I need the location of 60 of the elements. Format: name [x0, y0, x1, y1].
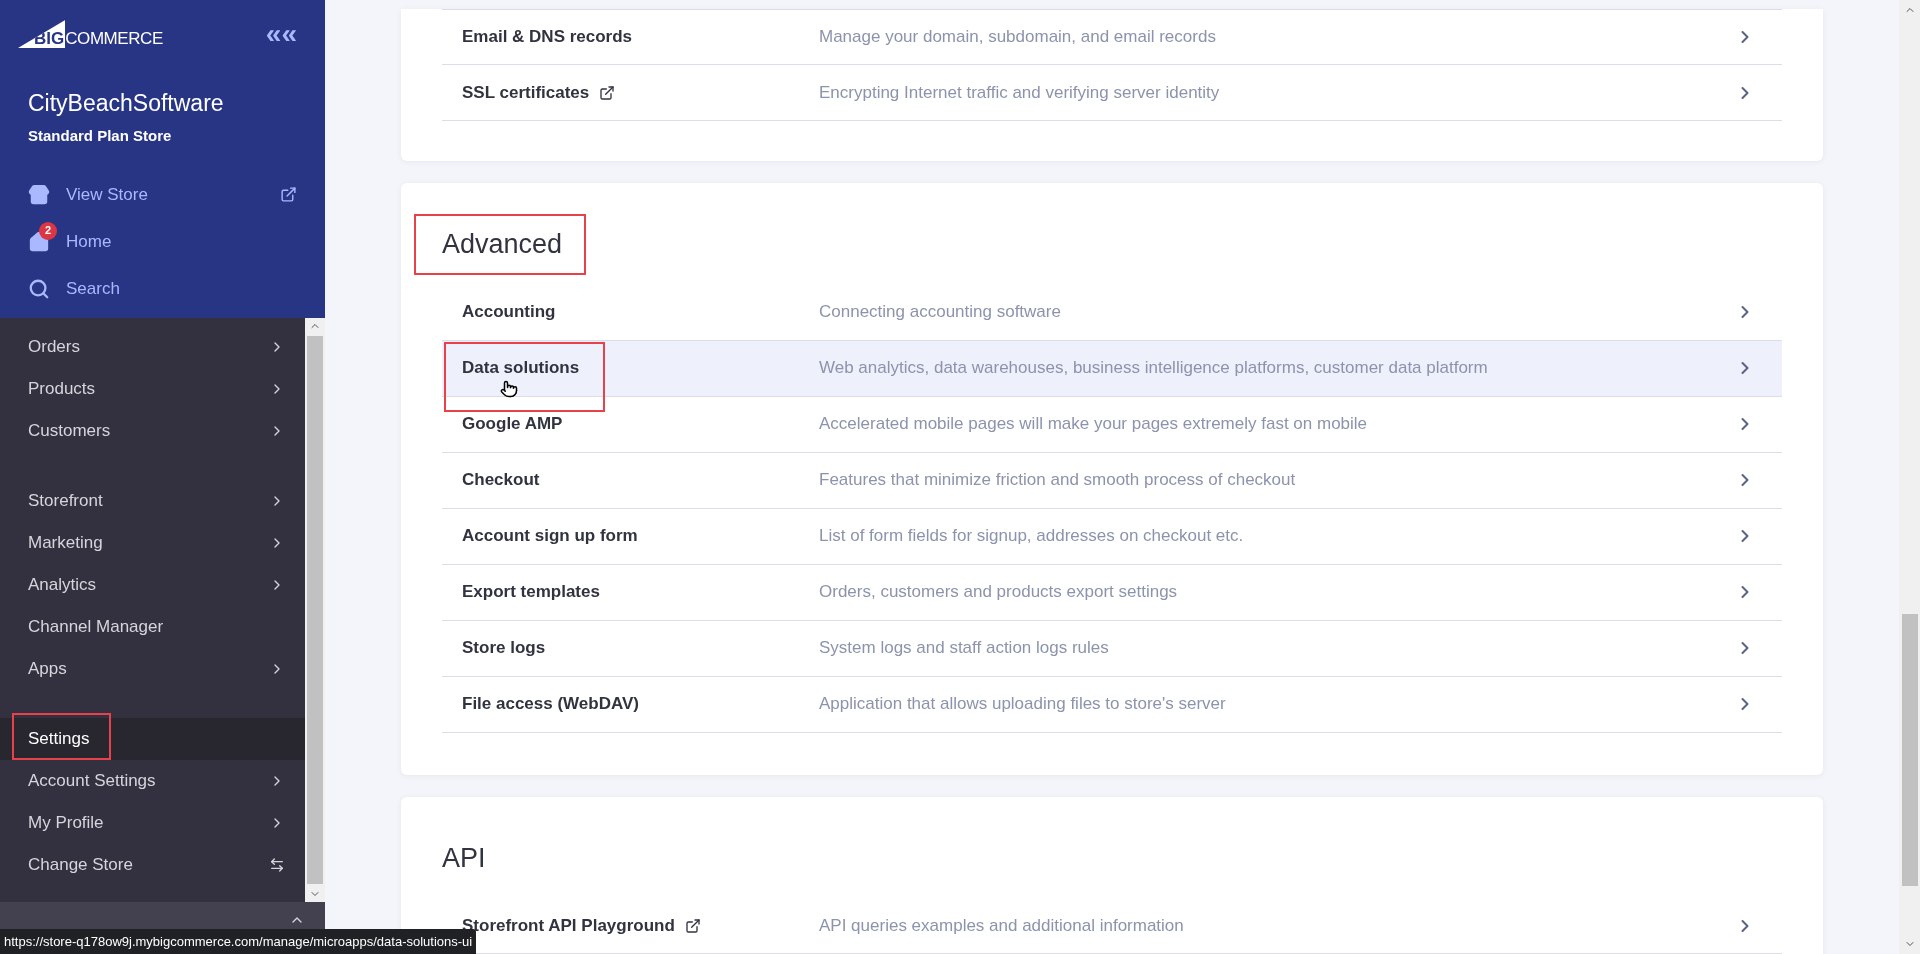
collapse-button[interactable]: ««	[265, 20, 297, 48]
nav-item[interactable]: Orders	[0, 326, 305, 368]
nav-item[interactable]: Analytics	[0, 564, 305, 606]
setting-description: API queries examples and additional information	[819, 914, 1185, 937]
nav-item[interactable]: Channel Manager	[0, 606, 305, 648]
setting-name: Account sign up form	[462, 525, 638, 548]
scrollbar-thumb[interactable]	[307, 336, 323, 884]
search-icon	[28, 277, 50, 300]
nav-item[interactable]: Change Store	[0, 844, 305, 886]
setting-description: Connecting accounting software	[819, 301, 1062, 324]
setting-description: Accelerated mobile pages will make your pages extremely fast on mobile	[819, 413, 1369, 436]
nav-item[interactable]: Account Settings	[0, 760, 305, 802]
setting-description: Application that allows uploading files to store's server	[819, 693, 1227, 716]
settings-row[interactable]: Account sign up form List of form fields for signup, addresses on checkout etc.	[442, 508, 1782, 565]
setting-description: System logs and staff action logs rules	[819, 637, 1110, 660]
section-title: Advanced	[414, 214, 587, 275]
nav-item[interactable]: Settings	[0, 718, 305, 760]
settings-row[interactable]: Email & DNS records Manage your domain, subdomain, and email records	[442, 9, 1782, 65]
settings-row[interactable]: Checkout Features that minimize friction and smooth process of checkout	[442, 452, 1782, 509]
store-plan: Standard Plan Store	[28, 125, 173, 146]
nav-item[interactable]: Storefront	[0, 480, 305, 522]
setting-name: Data solutions	[462, 357, 580, 380]
nav-item[interactable]: Apps	[0, 648, 305, 690]
sidebar-link[interactable]: 2 Home	[28, 218, 297, 265]
nav-item[interactable]: Products	[0, 368, 305, 410]
storefront-icon	[28, 183, 50, 206]
store-name: CityBeachSoftware	[28, 89, 225, 118]
setting-description: Web analytics, data warehouses, business intelligence platforms, customer data platform	[819, 357, 1489, 380]
swap-icon	[269, 857, 285, 873]
setting-description: List of form fields for signup, addresses on checkout etc.	[819, 525, 1245, 548]
settings-row[interactable]: Data solutions Web analytics, data warehouses, business intelligence platforms, customer data platform	[442, 340, 1782, 397]
setting-name: Accounting	[462, 301, 556, 324]
page-scrollbar[interactable]	[1899, 0, 1920, 954]
setting-name: SSL certificates	[462, 81, 590, 104]
setting-name: Email & DNS records	[462, 26, 633, 49]
settings-row[interactable]: Store logs System logs and staff action logs rules	[442, 620, 1782, 677]
setting-name: Export templates	[462, 581, 600, 604]
setting-description: Manage your domain, subdomain, and email records	[819, 26, 1217, 49]
settings-row[interactable]: SSL certificates Encrypting Internet traffic and verifying server identity	[442, 65, 1782, 121]
setting-description: Encrypting Internet traffic and verifying server identity	[819, 81, 1221, 104]
sidebar-link[interactable]: Search	[28, 265, 297, 312]
setting-name: Checkout	[462, 469, 540, 492]
settings-row[interactable]: Accounting Connecting accounting software	[442, 284, 1782, 341]
setting-name: Google AMP	[462, 413, 563, 436]
section-title: API	[441, 841, 487, 875]
setting-description: Features that minimize friction and smooth process of checkout	[819, 469, 1297, 492]
nav-item[interactable]: Customers	[0, 410, 305, 452]
scrollbar[interactable]	[305, 318, 325, 902]
nav-item[interactable]: My Profile	[0, 802, 305, 844]
scrollbar-thumb[interactable]	[1901, 614, 1918, 886]
setting-name: File access (WebDAV)	[462, 693, 639, 716]
settings-row[interactable]: Export templates Orders, customers and products export settings	[442, 564, 1782, 621]
nav-item[interactable]: Marketing	[0, 522, 305, 564]
setting-description: Orders, customers and products export settings	[819, 581, 1179, 604]
setting-name: Store logs	[462, 637, 546, 660]
settings-row[interactable]: Google AMP Accelerated mobile pages will make your pages extremely fast on mobile	[442, 396, 1782, 453]
settings-row[interactable]: File access (WebDAV) Application that allows uploading files to store's server	[442, 676, 1782, 733]
notification-badge: 2	[39, 221, 57, 240]
pointer-cursor-icon	[500, 378, 518, 399]
sidebar-link[interactable]: View Store	[28, 171, 297, 218]
